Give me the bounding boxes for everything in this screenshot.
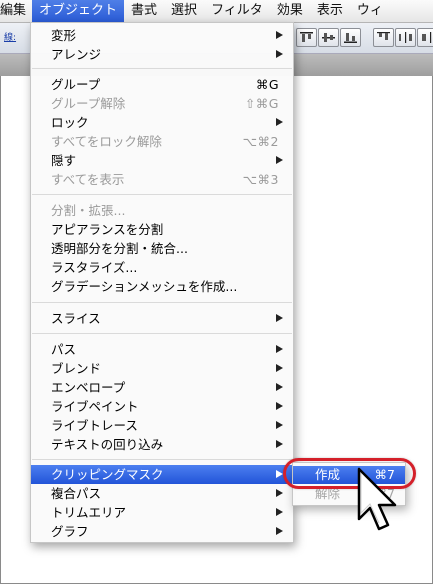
menu-item-expand: 分割・拡張... — [31, 201, 293, 220]
distribute-top-icon — [377, 32, 390, 40]
menu-item-create-gradient-mesh[interactable]: グラデーションメッシュを作成... — [31, 277, 293, 296]
menu-item-ungroup: グループ解除 ⇧⌘G — [31, 94, 293, 113]
menu-item-show-all: すべてを表示 ⌥⌘3 — [31, 170, 293, 189]
menu-item-label: テキストの回り込み — [51, 437, 164, 452]
object-menu: 変形 アレンジ グループ ⌘G グループ解除 ⇧⌘G ロック すべてをロック解除 ⌥⌘… — [30, 22, 294, 543]
distribute-right-button[interactable] — [417, 28, 433, 47]
menu-item-compound-path[interactable]: 複合パス — [31, 484, 293, 503]
menu-item-label: アピアランスを分割 — [51, 222, 164, 237]
distribute-top-button[interactable] — [373, 28, 394, 47]
submenu-arrow-icon — [276, 364, 283, 372]
menu-item-label: パス — [51, 342, 77, 357]
align-top-button[interactable] — [296, 28, 317, 47]
menu-edit[interactable]: 編集 — [0, 0, 32, 22]
menu-item-rasterize[interactable]: ラスタライズ... — [31, 258, 293, 277]
submenu-arrow-icon — [276, 31, 283, 39]
align-bottom-button[interactable] — [340, 28, 361, 47]
submenu-arrow-icon — [276, 402, 283, 410]
submenu-arrow-icon — [276, 118, 283, 126]
submenu-arrow-icon — [276, 383, 283, 391]
menu-item-hide[interactable]: 隠す — [31, 151, 293, 170]
menu-item-label: すべてをロック解除 — [51, 134, 162, 149]
menu-window[interactable]: ウィ — [350, 0, 390, 22]
menu-separator — [32, 68, 292, 69]
menu-view[interactable]: 表示 — [310, 0, 350, 22]
submenu-arrow-icon — [276, 314, 283, 322]
menu-item-transform[interactable]: 変形 — [31, 26, 293, 45]
menu-item-envelope[interactable]: エンベロープ — [31, 378, 293, 397]
menu-filter[interactable]: フィルタ — [204, 0, 270, 22]
distribute-hcenter-button[interactable] — [395, 28, 416, 47]
submenu-arrow-icon — [276, 527, 283, 535]
align-vertical-center-icon — [322, 33, 335, 42]
submenu-arrow-icon — [276, 156, 283, 164]
distribute-right-icon — [422, 32, 432, 43]
menu-separator — [32, 459, 292, 460]
menu-item-label: ライブトレース — [51, 418, 138, 433]
menu-item-expand-appearance[interactable]: アピアランスを分割 — [31, 220, 293, 239]
menu-item-live-paint[interactable]: ライブペイント — [31, 397, 293, 416]
menu-type[interactable]: 書式 — [124, 0, 164, 22]
menu-item-live-trace[interactable]: ライブトレース — [31, 416, 293, 435]
menu-separator — [32, 333, 292, 334]
menu-object[interactable]: オブジェクト — [32, 0, 125, 22]
hand-pointer-cursor-icon — [357, 467, 397, 531]
menu-item-label: グラデーションメッシュを作成... — [51, 279, 238, 294]
menu-item-label: 分割・拡張... — [51, 203, 126, 218]
menu-item-flatten-transparency[interactable]: 透明部分を分割・統合... — [31, 239, 293, 258]
menu-item-shortcut: ⇧⌘G — [244, 96, 279, 111]
menu-item-label: アレンジ — [51, 47, 102, 62]
menu-item-label: 複合パス — [51, 486, 102, 501]
submenu-arrow-icon — [276, 508, 283, 516]
menu-item-shortcut: ⌥⌘2 — [242, 134, 279, 149]
submenu-arrow-icon — [276, 470, 283, 478]
menu-item-unlock-all: すべてをロック解除 ⌥⌘2 — [31, 132, 293, 151]
submenu-arrow-icon — [276, 440, 283, 448]
menu-item-label: エンベロープ — [51, 380, 126, 395]
menu-item-group[interactable]: グループ ⌘G — [31, 75, 293, 94]
menu-item-label: クリッピングマスク — [51, 467, 164, 482]
menu-item-label: トリムエリア — [51, 505, 127, 520]
menu-item-blend[interactable]: ブレンド — [31, 359, 293, 378]
menu-item-shortcut: ⌘G — [255, 77, 279, 92]
align-top-icon — [300, 32, 313, 42]
menu-item-path[interactable]: パス — [31, 340, 293, 359]
menu-item-shortcut: ⌥⌘3 — [242, 172, 279, 187]
menu-item-slice[interactable]: スライス — [31, 309, 293, 328]
menu-bar: 編集 オブジェクト 書式 選択 フィルタ 効果 表示 ウィ — [0, 0, 433, 23]
menu-item-crop-area[interactable]: トリムエリア — [31, 503, 293, 522]
submenu-arrow-icon — [276, 50, 283, 58]
align-bottom-icon — [344, 33, 357, 43]
distribute-horizontal-icon — [399, 32, 412, 43]
submenu-arrow-icon — [276, 345, 283, 353]
menu-item-text-wrap[interactable]: テキストの回り込み — [31, 435, 293, 454]
menu-item-label: スライス — [51, 311, 101, 326]
menu-select[interactable]: 選択 — [164, 0, 204, 22]
menu-item-label: グラフ — [51, 524, 89, 539]
menu-item-label: 隠す — [51, 153, 77, 168]
submenu-arrow-icon — [276, 421, 283, 429]
menu-item-label: すべてを表示 — [51, 172, 125, 187]
menu-item-label: 透明部分を分割・統合... — [51, 241, 188, 256]
menu-item-label: グループ解除 — [51, 96, 126, 111]
menu-item-label: ブレンド — [51, 361, 102, 376]
stroke-label[interactable]: 線: — [4, 30, 16, 43]
menu-item-arrange[interactable]: アレンジ — [31, 45, 293, 64]
menu-item-clipping-mask[interactable]: クリッピングマスク — [31, 465, 293, 484]
menu-item-label: ラスタライズ... — [51, 260, 138, 275]
menu-separator — [32, 302, 292, 303]
menu-item-label: 変形 — [51, 28, 77, 43]
menu-effect[interactable]: 効果 — [270, 0, 310, 22]
menu-item-label: ロック — [51, 115, 89, 130]
menu-item-label: グループ — [51, 77, 101, 92]
submenu-arrow-icon — [276, 489, 283, 497]
menu-item-lock[interactable]: ロック — [31, 113, 293, 132]
align-vcenter-button[interactable] — [318, 28, 339, 47]
menu-item-graph[interactable]: グラフ — [31, 522, 293, 541]
menu-separator — [32, 194, 292, 195]
menu-item-label: ライブペイント — [51, 399, 139, 414]
